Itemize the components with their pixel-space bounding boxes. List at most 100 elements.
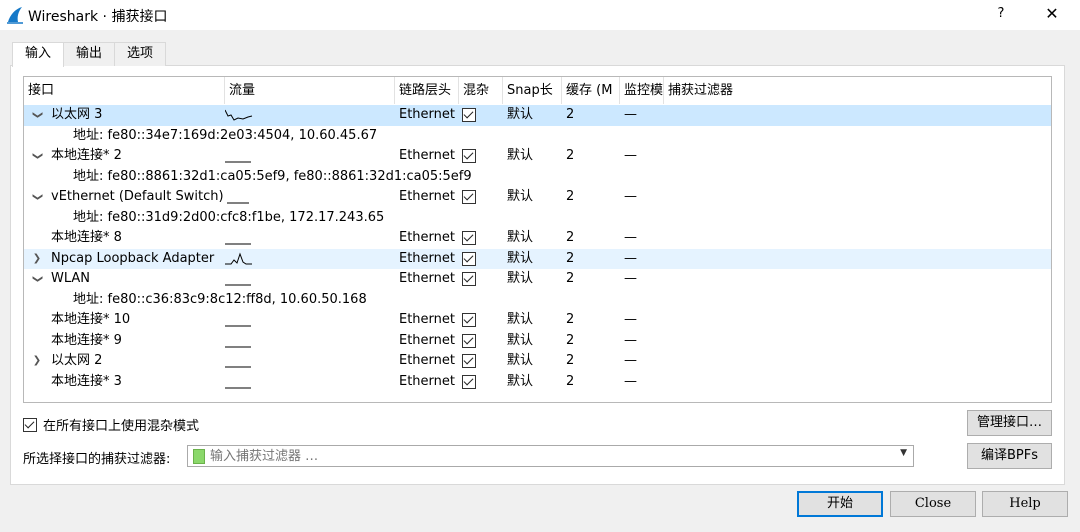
- promiscuous-checkbox[interactable]: [462, 374, 476, 389]
- traffic-sparkline: [225, 161, 251, 163]
- promiscuous-all-option[interactable]: 在所有接口上使用混杂模式: [23, 415, 199, 434]
- buffer-size: 2: [566, 230, 575, 245]
- snaplen: 默认: [507, 107, 534, 122]
- chevron-right-icon[interactable]: ❯: [32, 249, 42, 269]
- interface-row[interactable]: ❯ WLAN Ethernet 默认 2 —: [24, 269, 1051, 290]
- monitor-mode: —: [624, 189, 637, 204]
- snaplen: 默认: [507, 230, 534, 245]
- chevron-icon: [32, 228, 42, 248]
- monitor-mode: —: [624, 107, 637, 122]
- snaplen: 默认: [507, 271, 534, 286]
- tab-output[interactable]: 输出: [63, 42, 116, 66]
- buffer-size: 2: [566, 312, 575, 327]
- promiscuous-checkbox[interactable]: [462, 313, 476, 327]
- interface-name: 本地连接* 3: [51, 373, 122, 389]
- monitor-mode: —: [624, 148, 637, 163]
- table-header: 接口 流量 链路层头 混杂 Snap长 缓存 (M 监控模 捕获过滤器: [24, 77, 1051, 104]
- col-traffic[interactable]: 流量: [225, 77, 395, 104]
- col-snaplen[interactable]: Snap长: [503, 77, 562, 104]
- filter-bookmark-icon[interactable]: [193, 449, 205, 464]
- interface-address: 地址: fe80::31d9:2d00:cfc8:f1be, 172.17.24…: [73, 209, 385, 225]
- buffer-size: 2: [566, 353, 575, 368]
- chevron-icon: [32, 331, 42, 351]
- help-icon[interactable]: ?: [993, 6, 1009, 21]
- interface-name: vEthernet (Default Switch): [51, 189, 224, 204]
- address-row: 地址: fe80::31d9:2d00:cfc8:f1be, 172.17.24…: [24, 208, 1051, 229]
- interface-table[interactable]: 接口 流量 链路层头 混杂 Snap长 缓存 (M 监控模 捕获过滤器 ❯ 以太…: [23, 76, 1052, 403]
- snaplen: 默认: [507, 250, 534, 266]
- interface-row[interactable]: ❯ vEthernet (Default Switch) Ethernet 默认…: [24, 187, 1051, 208]
- buffer-size: 2: [566, 250, 575, 266]
- promiscuous-checkbox[interactable]: [462, 108, 476, 122]
- buffer-size: 2: [566, 332, 575, 348]
- title-bar: Wireshark · 捕获接口 ? ✕: [0, 0, 1080, 30]
- interface-address: 地址: fe80::8861:32d1:ca05:5ef9, fe80::886…: [73, 168, 472, 184]
- link-layer: Ethernet: [399, 271, 455, 286]
- capture-filter-input[interactable]: [210, 447, 880, 465]
- compile-bpfs-button[interactable]: 编译BPFs: [967, 443, 1052, 469]
- promiscuous-all-checkbox[interactable]: [23, 417, 37, 432]
- interface-address: 地址: fe80::c36:83c9:8c12:ff8d, 10.60.50.1…: [73, 291, 367, 307]
- buffer-size: 2: [566, 271, 575, 286]
- manage-interfaces-button[interactable]: 管理接口…: [967, 410, 1052, 436]
- traffic-sparkline: [225, 252, 252, 264]
- interface-row[interactable]: 本地连接* 9 Ethernet 默认 2 —: [24, 331, 1051, 352]
- monitor-mode: —: [624, 271, 637, 286]
- link-layer: Ethernet: [399, 353, 455, 368]
- interface-row[interactable]: ❯ 以太网 2 Ethernet 默认 2 —: [24, 351, 1051, 372]
- link-layer: Ethernet: [399, 312, 455, 327]
- snaplen: 默认: [507, 332, 534, 348]
- interface-row[interactable]: ❯ 本地连接* 2 Ethernet 默认 2 —: [24, 146, 1051, 167]
- window-title: Wireshark · 捕获接口: [28, 9, 168, 25]
- capture-filter-label: 所选择接口的捕获过滤器:: [23, 452, 171, 467]
- interface-row[interactable]: 本地连接* 10 Ethernet 默认 2 —: [24, 310, 1051, 331]
- interface-name: WLAN: [51, 271, 91, 286]
- interface-name: 以太网 2: [51, 353, 103, 368]
- help-button[interactable]: Help: [982, 491, 1068, 517]
- interface-row[interactable]: ❯ 以太网 3 Ethernet 默认 2 —: [24, 105, 1051, 126]
- monitor-mode: —: [624, 332, 637, 348]
- promiscuous-checkbox[interactable]: [462, 272, 476, 286]
- chevron-down-icon[interactable]: ❯: [27, 192, 47, 202]
- link-layer: Ethernet: [399, 189, 455, 204]
- capture-filter-combobox[interactable]: ▼: [187, 445, 914, 467]
- buffer-size: 2: [566, 373, 575, 389]
- col-monitor-mode[interactable]: 监控模: [620, 77, 664, 104]
- promiscuous-checkbox[interactable]: [462, 333, 476, 348]
- chevron-right-icon[interactable]: ❯: [32, 351, 42, 371]
- chevron-icon: [32, 310, 42, 330]
- promiscuous-checkbox[interactable]: [462, 251, 476, 266]
- promiscuous-checkbox[interactable]: [462, 149, 476, 163]
- traffic-sparkline: [227, 202, 249, 204]
- interface-row[interactable]: ❯ Npcap Loopback Adapter Ethernet 默认 2 —: [24, 248, 1051, 269]
- col-interface[interactable]: 接口: [24, 77, 225, 104]
- chevron-down-icon[interactable]: ❯: [27, 151, 47, 161]
- interface-name: 以太网 3: [51, 107, 103, 122]
- buffer-size: 2: [566, 107, 575, 122]
- tab-options[interactable]: 选项: [114, 42, 167, 66]
- col-link-header[interactable]: 链路层头: [395, 77, 459, 104]
- snaplen: 默认: [507, 189, 534, 204]
- chevron-down-icon[interactable]: ❯: [27, 110, 47, 120]
- promiscuous-checkbox[interactable]: [462, 354, 476, 368]
- snaplen: 默认: [507, 353, 534, 368]
- col-buffer[interactable]: 缓存 (M: [562, 77, 620, 104]
- close-icon[interactable]: ✕: [1042, 4, 1062, 23]
- interface-name: 本地连接* 8: [51, 230, 122, 245]
- interface-row[interactable]: 本地连接* 3 Ethernet 默认 2 —: [24, 372, 1051, 393]
- monitor-mode: —: [624, 353, 637, 368]
- interface-name: Npcap Loopback Adapter: [51, 250, 215, 266]
- promiscuous-checkbox[interactable]: [462, 231, 476, 245]
- interface-row[interactable]: 本地连接* 8 Ethernet 默认 2 —: [24, 228, 1051, 249]
- dropdown-arrow-icon[interactable]: ▼: [900, 448, 907, 458]
- col-promiscuous[interactable]: 混杂: [459, 77, 503, 104]
- traffic-sparkline: [225, 366, 251, 368]
- close-button[interactable]: Close: [890, 491, 976, 517]
- col-capture-filter[interactable]: 捕获过滤器: [664, 77, 1052, 104]
- address-row: 地址: fe80::8861:32d1:ca05:5ef9, fe80::886…: [24, 167, 1051, 188]
- snaplen: 默认: [507, 148, 534, 163]
- chevron-down-icon[interactable]: ❯: [27, 274, 47, 284]
- promiscuous-checkbox[interactable]: [462, 190, 476, 204]
- start-button[interactable]: 开始: [797, 491, 883, 517]
- tab-input[interactable]: 输入: [12, 42, 65, 67]
